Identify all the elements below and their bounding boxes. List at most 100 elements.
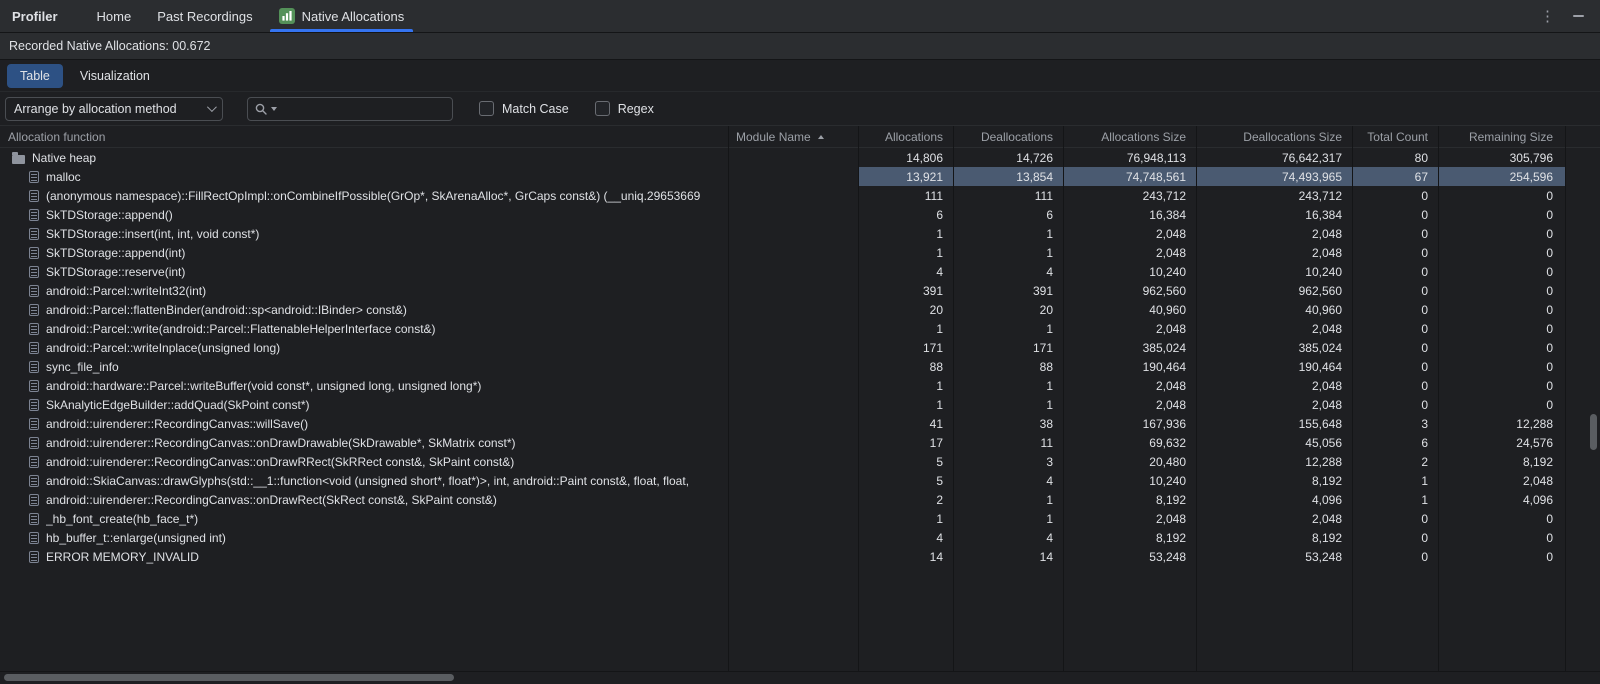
method-icon bbox=[29, 209, 39, 221]
regex-checkbox[interactable] bbox=[595, 101, 610, 116]
allocations-cell: 2 bbox=[858, 490, 953, 509]
table-row[interactable]: SkTDStorage::append() 6 6 16,384 16,384 … bbox=[0, 205, 1600, 224]
deallocations-size-cell: 2,048 bbox=[1196, 224, 1352, 243]
regex-option[interactable]: Regex bbox=[595, 101, 654, 116]
nav-tab-native-allocations[interactable]: Native Allocations bbox=[266, 0, 418, 32]
column-header-allocations-size[interactable]: Allocations Size bbox=[1063, 126, 1196, 147]
table-row[interactable]: sync_file_info 88 88 190,464 190,464 0 0 bbox=[0, 357, 1600, 376]
method-icon bbox=[29, 304, 39, 316]
table-row[interactable]: android::Parcel::write(android::Parcel::… bbox=[0, 319, 1600, 338]
table-row[interactable]: SkTDStorage::append(int) 1 1 2,048 2,048… bbox=[0, 243, 1600, 262]
table-row[interactable]: android::uirenderer::RecordingCanvas::on… bbox=[0, 490, 1600, 509]
allocations-size-cell: 2,048 bbox=[1063, 243, 1196, 262]
table-row[interactable]: SkAnalyticEdgeBuilder::addQuad(SkPoint c… bbox=[0, 395, 1600, 414]
total-count-cell: 1 bbox=[1352, 490, 1438, 509]
total-count-cell: 0 bbox=[1352, 186, 1438, 205]
method-icon bbox=[29, 513, 39, 525]
allocations-cell: 1 bbox=[858, 224, 953, 243]
method-icon bbox=[29, 494, 39, 506]
table-row[interactable]: (anonymous namespace)::FillRectOpImpl::o… bbox=[0, 186, 1600, 205]
column-header-total-count[interactable]: Total Count bbox=[1352, 126, 1438, 147]
profiler-window: Profiler Home Past Recordings Native All… bbox=[0, 0, 1600, 684]
table-header-row: Allocation function Module Name Allocati… bbox=[0, 126, 1600, 148]
nav-tab-home[interactable]: Home bbox=[84, 0, 145, 32]
table-row[interactable]: android::Parcel::writeInt32(int) 391 391… bbox=[0, 281, 1600, 300]
deallocations-cell: 3 bbox=[953, 452, 1063, 471]
regex-label: Regex bbox=[618, 102, 654, 116]
allocations-cell: 41 bbox=[858, 414, 953, 433]
deallocations-cell: 20 bbox=[953, 300, 1063, 319]
column-header-remaining-size[interactable]: Remaining Size bbox=[1438, 126, 1565, 147]
remaining-size-cell: 0 bbox=[1438, 509, 1565, 528]
allocations-cell: 5 bbox=[858, 471, 953, 490]
search-field[interactable] bbox=[247, 97, 453, 121]
table-row[interactable]: hb_buffer_t::enlarge(unsigned int) 4 4 8… bbox=[0, 528, 1600, 547]
method-icon bbox=[29, 551, 39, 563]
search-input[interactable] bbox=[280, 102, 446, 116]
deallocations-size-cell: 2,048 bbox=[1196, 376, 1352, 395]
allocation-function-name: android::uirenderer::RecordingCanvas::on… bbox=[46, 493, 497, 507]
table-row[interactable]: SkTDStorage::insert(int, int, void const… bbox=[0, 224, 1600, 243]
match-case-checkbox[interactable] bbox=[479, 101, 494, 116]
total-count-cell: 1 bbox=[1352, 471, 1438, 490]
column-header-deallocations[interactable]: Deallocations bbox=[953, 126, 1063, 147]
allocations-size-cell: 962,560 bbox=[1063, 281, 1196, 300]
table-row[interactable]: malloc 13,921 13,854 74,748,561 74,493,9… bbox=[0, 167, 1600, 186]
table-body-rows: Native heap 14,806 14,726 76,948,113 76,… bbox=[0, 148, 1600, 566]
table-row[interactable]: android::Parcel::writeInplace(unsigned l… bbox=[0, 338, 1600, 357]
table-row[interactable]: android::uirenderer::RecordingCanvas::on… bbox=[0, 433, 1600, 452]
minimize-icon[interactable] bbox=[1573, 15, 1584, 17]
table-row[interactable]: Native heap 14,806 14,726 76,948,113 76,… bbox=[0, 148, 1600, 167]
total-count-cell: 0 bbox=[1352, 547, 1438, 566]
app-title: Profiler bbox=[12, 0, 58, 32]
method-icon bbox=[29, 323, 39, 335]
match-case-option[interactable]: Match Case bbox=[479, 101, 569, 116]
remaining-size-cell: 0 bbox=[1438, 376, 1565, 395]
remaining-size-cell: 0 bbox=[1438, 528, 1565, 547]
vertical-scrollbar[interactable] bbox=[1590, 414, 1597, 450]
allocation-function-name: SkTDStorage::append(int) bbox=[46, 246, 185, 260]
module-name-cell bbox=[728, 262, 858, 281]
allocations-cell: 1 bbox=[858, 509, 953, 528]
allocations-cell: 4 bbox=[858, 262, 953, 281]
table-row[interactable]: android::SkiaCanvas::drawGlyphs(std::__1… bbox=[0, 471, 1600, 490]
remaining-size-cell: 24,576 bbox=[1438, 433, 1565, 452]
tab-visualization[interactable]: Visualization bbox=[67, 64, 163, 88]
remaining-size-cell: 0 bbox=[1438, 395, 1565, 414]
deallocations-size-cell: 155,648 bbox=[1196, 414, 1352, 433]
table-row[interactable]: android::uirenderer::RecordingCanvas::on… bbox=[0, 452, 1600, 471]
allocation-function-name: hb_buffer_t::enlarge(unsigned int) bbox=[46, 531, 226, 545]
tab-table[interactable]: Table bbox=[7, 64, 63, 88]
allocations-size-cell: 385,024 bbox=[1063, 338, 1196, 357]
table-row[interactable]: android::Parcel::flattenBinder(android::… bbox=[0, 300, 1600, 319]
method-icon bbox=[29, 437, 39, 449]
arrange-by-dropdown[interactable]: Arrange by allocation method bbox=[5, 97, 223, 121]
remaining-size-cell: 254,596 bbox=[1438, 167, 1565, 186]
column-header-module-name[interactable]: Module Name bbox=[728, 126, 858, 147]
method-icon bbox=[29, 361, 39, 373]
kebab-menu-icon[interactable]: ⋮ bbox=[1540, 9, 1555, 24]
table-row[interactable]: _hb_font_create(hb_face_t*) 1 1 2,048 2,… bbox=[0, 509, 1600, 528]
deallocations-size-cell: 385,024 bbox=[1196, 338, 1352, 357]
table-row[interactable]: ERROR MEMORY_INVALID 14 14 53,248 53,248… bbox=[0, 547, 1600, 566]
table-row[interactable]: SkTDStorage::reserve(int) 4 4 10,240 10,… bbox=[0, 262, 1600, 281]
match-case-label: Match Case bbox=[502, 102, 569, 116]
horizontal-scrollbar[interactable] bbox=[4, 674, 454, 681]
horizontal-scrollbar-track[interactable] bbox=[0, 671, 1600, 684]
nav-tab-past-recordings[interactable]: Past Recordings bbox=[144, 0, 265, 32]
allocation-function-name: android::uirenderer::RecordingCanvas::wi… bbox=[46, 417, 308, 431]
column-header-deallocations-size[interactable]: Deallocations Size bbox=[1196, 126, 1352, 147]
allocation-function-name: SkTDStorage::reserve(int) bbox=[46, 265, 185, 279]
deallocations-size-cell: 243,712 bbox=[1196, 186, 1352, 205]
search-history-caret-icon[interactable] bbox=[271, 107, 277, 111]
remaining-size-cell: 0 bbox=[1438, 319, 1565, 338]
total-count-cell: 0 bbox=[1352, 243, 1438, 262]
table-row[interactable]: android::hardware::Parcel::writeBuffer(v… bbox=[0, 376, 1600, 395]
module-name-cell bbox=[728, 528, 858, 547]
column-header-allocations[interactable]: Allocations bbox=[858, 126, 953, 147]
remaining-size-cell: 0 bbox=[1438, 281, 1565, 300]
allocations-size-cell: 16,384 bbox=[1063, 205, 1196, 224]
column-header-allocation-function[interactable]: Allocation function bbox=[0, 126, 728, 147]
table-row[interactable]: android::uirenderer::RecordingCanvas::wi… bbox=[0, 414, 1600, 433]
folder-icon bbox=[12, 155, 25, 164]
